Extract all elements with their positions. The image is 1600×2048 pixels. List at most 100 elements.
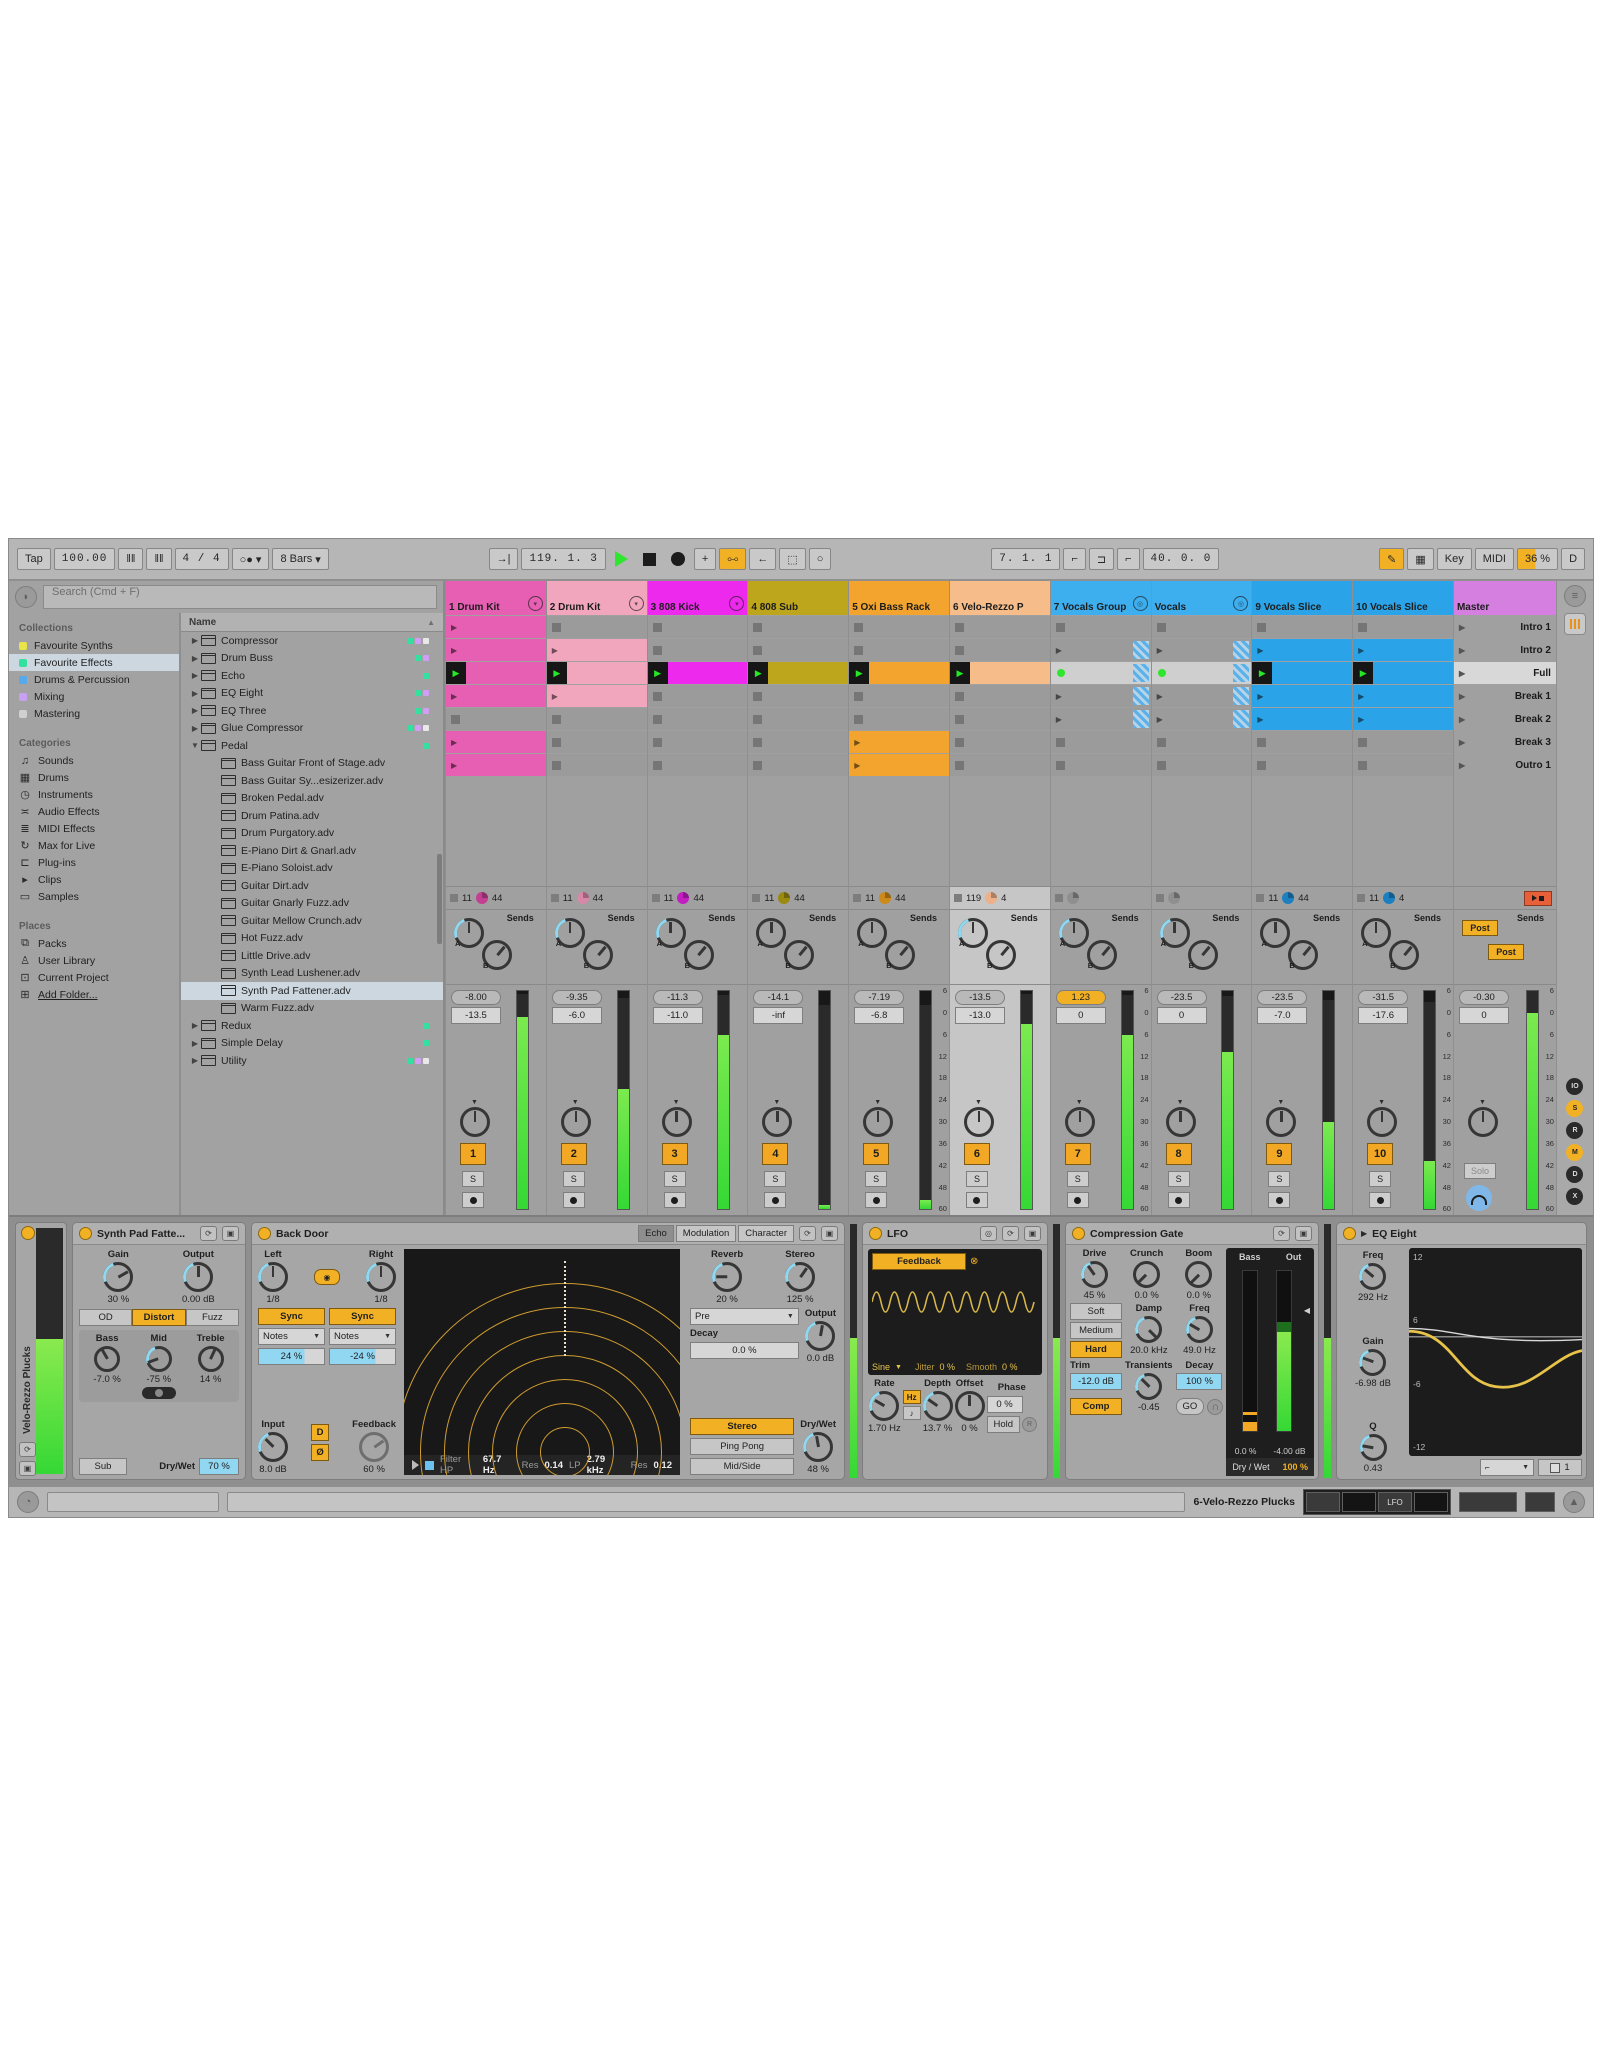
clip-slot[interactable]: ▶ <box>1252 708 1352 730</box>
device-thumb-small[interactable] <box>1525 1492 1555 1512</box>
browser-file-broken-pedal-adv[interactable]: Broken Pedal.adv <box>181 790 443 808</box>
band-1-toggle[interactable]: 1 <box>1538 1459 1582 1476</box>
clip-slot[interactable] <box>1152 616 1252 638</box>
clip-slot[interactable]: ▶ <box>648 662 748 684</box>
sidebar-item-drums-percussion[interactable]: Drums & Percussion <box>9 671 179 688</box>
save-preset-icon[interactable]: ▣ <box>1295 1226 1312 1241</box>
re-enable-automation-icon[interactable]: ← <box>749 548 776 570</box>
comp-button[interactable]: Comp <box>1070 1398 1122 1415</box>
arm-button[interactable] <box>563 1192 585 1208</box>
clip-slot[interactable] <box>849 616 949 638</box>
toggle-s[interactable]: S <box>1566 1100 1583 1117</box>
caret-icon[interactable]: ▶ <box>189 689 201 698</box>
send-b-knob[interactable]: B <box>482 940 512 970</box>
sidebar-item-mixing[interactable]: Mixing <box>9 688 179 705</box>
eq-q-value[interactable]: 0.43 <box>1364 1463 1383 1474</box>
computer-midi-keyboard-icon[interactable]: ▦ <box>1407 548 1433 570</box>
browser-file-hot-fuzz-adv[interactable]: Hot Fuzz.adv <box>181 930 443 948</box>
track-header[interactable]: 7 Vocals Group◎ <box>1051 581 1151 615</box>
knee-hard[interactable]: Hard <box>1070 1341 1122 1358</box>
clip-slot[interactable]: ▶ <box>446 616 546 638</box>
clip-slot[interactable] <box>547 754 647 776</box>
track-activator-button[interactable]: 5 <box>863 1143 889 1165</box>
track-header[interactable]: 10 Vocals Slice <box>1353 581 1453 615</box>
drive-value[interactable]: 45 % <box>1084 1290 1106 1301</box>
offset-left-value[interactable]: 24 % <box>258 1348 325 1365</box>
cg-decay-value[interactable]: 100 % <box>1176 1373 1222 1390</box>
device-on-led[interactable] <box>1343 1227 1356 1240</box>
track-activator-button[interactable]: 2 <box>561 1143 587 1165</box>
clip-slot[interactable] <box>1152 754 1252 776</box>
treble-value[interactable]: 14 % <box>200 1374 222 1385</box>
browser-file-synth-pad-fattener-adv[interactable]: Synth Pad Fattener.adv <box>181 982 443 1000</box>
device-on-led[interactable] <box>869 1227 882 1240</box>
toggle-m[interactable]: M <box>1566 1144 1583 1161</box>
solo-button[interactable]: S <box>1268 1171 1290 1187</box>
clip-slot[interactable] <box>950 685 1050 707</box>
track-activator-button[interactable]: 1 <box>460 1143 486 1165</box>
echo-tab-echo[interactable]: Echo <box>638 1225 674 1242</box>
collapsed-track-panel[interactable]: Velo-Rezzo Plucks ⟳ ▣ <box>15 1222 67 1480</box>
browser-folder-drum-buss[interactable]: ▶Drum Buss <box>181 650 443 668</box>
mid-value[interactable]: -75 % <box>146 1374 171 1385</box>
nudge-up-icon[interactable]: ‖‖ <box>146 548 171 570</box>
mid-focus-toggle[interactable] <box>142 1387 176 1399</box>
hold-button[interactable]: Hold <box>987 1416 1021 1433</box>
treble-knob[interactable] <box>198 1346 224 1372</box>
solo-button[interactable]: S <box>462 1171 484 1187</box>
master-pan-knob[interactable] <box>1468 1107 1498 1137</box>
band-filter-type-menu[interactable]: ⌐▼ <box>1480 1459 1534 1476</box>
sidebar-item-drums[interactable]: ▦Drums <box>9 769 179 786</box>
hot-swap-icon[interactable]: ⟳ <box>200 1226 217 1241</box>
sidebar-item-midi-effects[interactable]: ≣MIDI Effects <box>9 820 179 837</box>
damp-value[interactable]: 20.0 kHz <box>1130 1345 1168 1356</box>
map-icon[interactable]: ◎ <box>980 1226 997 1241</box>
punch-out-icon[interactable]: ⌐ <box>1117 548 1139 570</box>
sidebar-item-samples[interactable]: ▭Samples <box>9 888 179 905</box>
rate-sync-button[interactable]: ♪ <box>903 1406 921 1420</box>
scene-outro-1[interactable]: ▶Outro 1 <box>1454 754 1556 776</box>
clip-slot[interactable] <box>1252 754 1352 776</box>
clip-slot[interactable]: ▶ <box>446 754 546 776</box>
clip-slot[interactable]: ▶ <box>547 639 647 661</box>
clip-slot[interactable]: ▶ <box>1152 708 1252 730</box>
send-b-knob[interactable]: B <box>684 940 714 970</box>
right-time-value[interactable]: 1/8 <box>374 1294 387 1305</box>
follow-button[interactable]: →| <box>489 548 519 570</box>
clip-slot[interactable] <box>547 731 647 753</box>
peak-level-value[interactable]: -13.5 <box>955 990 1005 1005</box>
master-solo-button[interactable]: Solo <box>1464 1163 1496 1179</box>
clip-slot[interactable]: ▶ <box>1252 685 1352 707</box>
track-activator-button[interactable]: 7 <box>1065 1143 1091 1165</box>
device-title[interactable]: LFO <box>887 1228 908 1240</box>
stereo-value[interactable]: 125 % <box>787 1294 814 1305</box>
browser-file-e-piano-soloist-adv[interactable]: E-Piano Soloist.adv <box>181 860 443 878</box>
midi-map-button[interactable]: MIDI <box>1475 548 1514 570</box>
track-badge-icon[interactable]: ◎ <box>1233 596 1248 611</box>
track-header[interactable]: 2 Drum Kit▾ <box>547 581 647 615</box>
browser-scrollbar[interactable] <box>437 854 442 944</box>
mid-knob[interactable] <box>146 1346 172 1372</box>
crunch-knob[interactable] <box>1133 1261 1160 1288</box>
clip-slot[interactable]: ▶ <box>446 662 546 684</box>
clip-slot[interactable] <box>950 754 1050 776</box>
pan-knob[interactable] <box>863 1107 893 1137</box>
offset-right-value[interactable]: -24 % <box>329 1348 396 1365</box>
device-title[interactable]: Compression Gate <box>1090 1228 1183 1240</box>
smooth-value[interactable]: 0 % <box>1002 1362 1018 1372</box>
clip-slot[interactable]: ▶ <box>1353 708 1453 730</box>
arm-button[interactable] <box>1268 1192 1290 1208</box>
clip-slot[interactable] <box>748 731 848 753</box>
out-marker-icon[interactable]: ◀ <box>1304 1306 1310 1315</box>
device-title[interactable]: Back Door <box>276 1228 329 1240</box>
track-activator-button[interactable]: 9 <box>1266 1143 1292 1165</box>
clip-slot[interactable] <box>950 731 1050 753</box>
send-a-knob[interactable]: A <box>454 918 484 948</box>
clip-slot[interactable] <box>1353 754 1453 776</box>
clip-slot[interactable] <box>648 708 748 730</box>
send-a-knob[interactable]: A <box>1361 918 1391 948</box>
sub-button[interactable]: Sub <box>79 1458 127 1475</box>
capture-midi-icon[interactable]: ⬚ <box>779 548 805 570</box>
send-a-post-button[interactable]: Post <box>1462 920 1498 936</box>
scene-break-2[interactable]: ▶Break 2 <box>1454 708 1556 730</box>
